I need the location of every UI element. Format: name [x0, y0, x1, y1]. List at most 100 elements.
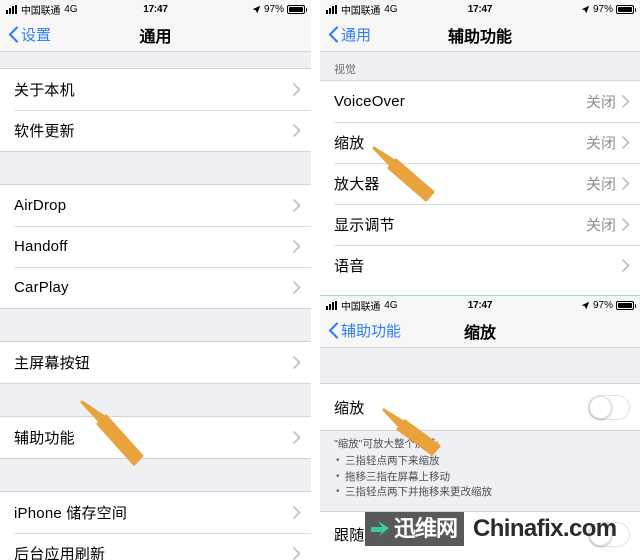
chevron-right-icon — [293, 431, 301, 444]
group-gap — [320, 348, 640, 383]
chevron-right-icon — [622, 177, 630, 190]
panel-general-settings: 中国联通 4G 17:47 97% 设置 通用 关于本机 软件更新 AirDro… — [0, 0, 311, 560]
battery-full-icon — [287, 4, 307, 14]
watermark: 迅维网 Chinafix.com — [365, 512, 617, 546]
row-iphone-storage[interactable]: iPhone 储存空间 — [0, 492, 311, 533]
row-accessibility[interactable]: 辅助功能 — [0, 417, 311, 458]
note-lead: "缩放"可放大整个屏幕: — [334, 438, 439, 450]
status-bar-zoom: 中国联通 4G 17:47 97% — [320, 296, 640, 314]
chevron-right-icon — [293, 124, 301, 137]
section-header-vision: 视觉 — [320, 52, 640, 80]
row-background-app-refresh[interactable]: 后台应用刷新 — [0, 533, 311, 560]
row-zoom[interactable]: 缩放 关闭 — [320, 122, 640, 163]
row-label: 缩放 — [334, 399, 365, 417]
location-arrow-icon — [581, 301, 590, 309]
row-label: 关于本机 — [14, 82, 75, 99]
row-airdrop[interactable]: AirDrop — [0, 185, 311, 226]
row-accessory: 关闭 — [586, 214, 630, 235]
group-about: 关于本机 软件更新 — [0, 68, 311, 152]
row-accessory — [622, 259, 630, 272]
chevron-right-icon — [293, 356, 301, 369]
chevron-left-icon — [328, 322, 339, 339]
green-arrow-logo-icon — [371, 521, 389, 537]
group-gap — [0, 152, 311, 184]
group-gap — [0, 459, 311, 491]
watermark-en-text: Chinafix.com — [473, 515, 617, 542]
row-home-button[interactable]: 主屏幕按钮 — [0, 342, 311, 383]
row-accessory — [293, 547, 301, 560]
row-carplay[interactable]: CarPlay — [0, 267, 311, 308]
row-voiceover[interactable]: VoiceOver 关闭 — [320, 81, 640, 122]
location-arrow-icon — [581, 5, 590, 13]
nav-bar-general: 设置 通用 — [0, 18, 311, 52]
row-accessory — [293, 431, 301, 444]
row-accessory — [293, 124, 301, 137]
row-label: 辅助功能 — [14, 430, 75, 447]
status-bar-right: 97% — [252, 3, 307, 15]
row-accessory — [293, 281, 301, 294]
row-accessory — [293, 240, 301, 253]
group-zoom-toggle: 缩放 — [320, 383, 640, 431]
row-label: 显示调节 — [334, 217, 395, 234]
back-button-label: 辅助功能 — [341, 323, 402, 340]
screenshot-root: 中国联通 4G 17:47 97% 设置 通用 关于本机 软件更新 AirDro… — [0, 0, 640, 560]
chevron-right-icon — [293, 506, 301, 519]
battery-full-icon — [616, 4, 636, 14]
chevron-right-icon — [622, 95, 630, 108]
row-accessory — [293, 83, 301, 96]
row-software-update[interactable]: 软件更新 — [0, 110, 311, 151]
row-accessory — [293, 356, 301, 369]
group-gap — [0, 52, 311, 68]
back-button-general[interactable]: 通用 — [328, 24, 371, 45]
row-label: 后台应用刷新 — [14, 546, 106, 560]
note-item: 三指轻点两下来缩放 — [334, 453, 626, 470]
row-accessory — [293, 506, 301, 519]
zoom-description-note: "缩放"可放大整个屏幕: 三指轻点两下来缩放 拖移三指在屏幕上移动 三指轻点两下… — [320, 431, 640, 511]
back-button-accessibility[interactable]: 辅助功能 — [328, 320, 401, 341]
back-button-label: 通用 — [341, 27, 372, 44]
battery-percent-label: 97% — [263, 3, 284, 15]
chevron-left-icon — [328, 26, 339, 43]
back-button-label: 设置 — [21, 27, 52, 44]
row-label: 放大器 — [334, 176, 380, 193]
battery-full-icon — [616, 300, 636, 310]
status-bar-right: 97% — [581, 299, 636, 311]
nav-bar-accessibility: 通用 辅助功能 — [320, 18, 640, 52]
battery-percent-label: 97% — [592, 3, 613, 15]
chevron-right-icon — [293, 547, 301, 560]
group-connectivity: AirDrop Handoff CarPlay — [0, 184, 311, 309]
location-arrow-icon — [252, 5, 261, 13]
row-label: VoiceOver — [334, 93, 405, 110]
watermark-badge: 迅维网 — [365, 512, 465, 546]
row-speech[interactable]: 语音 — [320, 245, 640, 286]
row-label: 主屏幕按钮 — [14, 355, 91, 372]
chevron-right-icon — [622, 218, 630, 231]
battery-percent-label: 97% — [592, 299, 613, 311]
group-accessibility: 辅助功能 — [0, 416, 311, 459]
row-value: 关闭 — [585, 135, 616, 152]
watermark-cn-text: 迅维网 — [394, 516, 458, 541]
row-accessory: 关闭 — [586, 173, 630, 194]
row-handoff[interactable]: Handoff — [0, 226, 311, 267]
group-storage: iPhone 储存空间 后台应用刷新 — [0, 491, 311, 560]
nav-bar-zoom: 辅助功能 缩放 — [320, 314, 640, 348]
row-accessory: 关闭 — [586, 132, 630, 153]
row-zoom-toggle[interactable]: 缩放 — [320, 384, 640, 430]
chevron-right-icon — [293, 281, 301, 294]
row-magnifier[interactable]: 放大器 关闭 — [320, 163, 640, 204]
zoom-toggle-switch[interactable] — [588, 394, 630, 420]
back-button-settings[interactable]: 设置 — [8, 24, 51, 45]
row-label: iPhone 储存空间 — [14, 505, 128, 522]
row-display-accommodations[interactable]: 显示调节 关闭 — [320, 204, 640, 245]
chevron-right-icon — [622, 259, 630, 272]
row-label: 语音 — [334, 258, 365, 275]
toggle-knob — [589, 395, 612, 419]
chevron-right-icon — [293, 199, 301, 212]
group-gap — [0, 384, 311, 416]
row-label: Handoff — [14, 238, 68, 255]
row-label: AirDrop — [14, 197, 67, 214]
chevron-right-icon — [293, 83, 301, 96]
status-bar-right: 97% — [581, 3, 636, 15]
row-label: 缩放 — [334, 135, 365, 152]
row-about-device[interactable]: 关于本机 — [0, 69, 311, 110]
